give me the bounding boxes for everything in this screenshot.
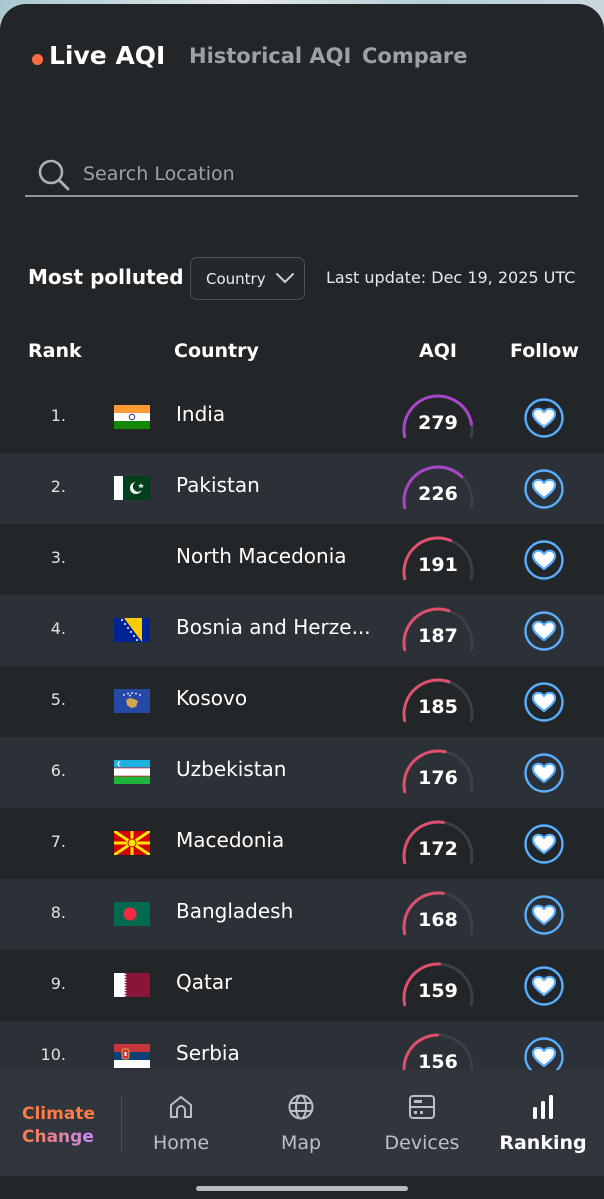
flag-empty (114, 547, 150, 571)
follow-heart-button[interactable] (522, 396, 566, 440)
nav-ranking[interactable]: Ranking (488, 1086, 598, 1162)
live-indicator-dot (32, 54, 43, 65)
rank-number: 7. (50, 832, 66, 851)
country-name: Kosovo (176, 686, 248, 710)
country-name: Qatar (176, 970, 233, 994)
country-name: Macedonia (176, 828, 285, 852)
aqi-value: 168 (418, 909, 458, 931)
table-row[interactable]: 5. Kosovo 185 (0, 666, 604, 737)
rank-number: 8. (50, 903, 66, 922)
aqi-value: 176 (418, 767, 458, 789)
table-row[interactable]: 7. Macedonia 172 (0, 808, 604, 879)
table-row[interactable]: 1. India 279 (0, 382, 604, 453)
kosovo-flag (114, 689, 150, 713)
ranking-title: Most polluted (28, 265, 184, 289)
country-name: Serbia (176, 1041, 240, 1065)
country-name: North Macedonia (176, 544, 347, 568)
country-name: India (176, 402, 226, 426)
aqi-value: 191 (418, 554, 458, 576)
country-name: Pakistan (176, 473, 260, 497)
search-input[interactable] (83, 157, 553, 191)
table-row[interactable]: 4. Bosnia and Herze... 187 (0, 595, 604, 666)
header-rank: Rank (28, 340, 82, 362)
rank-number: 2. (50, 477, 66, 496)
nav-map[interactable]: Map (246, 1086, 356, 1162)
table-row[interactable]: 2. Pakistan 226 (0, 453, 604, 524)
tab-live-aqi[interactable]: Live AQI (49, 41, 165, 70)
tab-bar: Live AQI Historical AQI Compare (0, 4, 604, 114)
search-icon[interactable] (37, 158, 71, 192)
rank-number: 4. (50, 619, 66, 638)
aqi-value: 187 (418, 625, 458, 647)
tab-historical-aqi[interactable]: Historical AQI (189, 44, 351, 68)
brand-line-1: Climate (22, 1104, 95, 1124)
follow-heart-button[interactable] (522, 680, 566, 724)
follow-heart-button[interactable] (522, 609, 566, 653)
devices-icon (409, 1095, 435, 1119)
pakistan-flag (114, 476, 150, 500)
nav-home[interactable]: Home (126, 1086, 236, 1162)
rank-number: 3. (50, 548, 66, 567)
aqi-value: 226 (418, 483, 458, 505)
nav-divider (121, 1096, 122, 1152)
follow-heart-button[interactable] (522, 964, 566, 1008)
follow-heart-button[interactable] (522, 751, 566, 795)
bosnia-flag (114, 618, 150, 642)
home-bar (0, 1176, 604, 1199)
serbia-flag (114, 1044, 150, 1068)
aqi-value: 172 (418, 838, 458, 860)
country-name: Uzbekistan (176, 757, 287, 781)
aqi-value: 159 (418, 980, 458, 1002)
bangladesh-flag (114, 902, 150, 926)
rank-number: 9. (50, 974, 66, 993)
table-row[interactable]: 9. Qatar 159 (0, 950, 604, 1021)
uzbekistan-flag (114, 760, 150, 784)
nav-devices-label: Devices (384, 1132, 460, 1154)
ranking-type-dropdown[interactable]: Country (190, 257, 305, 300)
header-follow: Follow (510, 340, 579, 362)
table-row[interactable]: 3. North Macedonia 191 (0, 524, 604, 595)
brand-line-2: Change (22, 1127, 94, 1147)
search-bar (25, 149, 578, 197)
rank-number: 10. (40, 1045, 66, 1064)
country-name: Bangladesh (176, 899, 294, 923)
rank-number: 1. (50, 406, 66, 425)
last-update-text: Last update: Dec 19, 2025 UTC (326, 268, 576, 287)
country-name: Bosnia and Herze... (176, 615, 371, 639)
follow-heart-button[interactable] (522, 467, 566, 511)
nav-devices[interactable]: Devices (367, 1086, 477, 1162)
nav-map-label: Map (280, 1132, 322, 1154)
home-icon (170, 1096, 192, 1118)
ranking-icon (533, 1095, 553, 1119)
table-row[interactable]: 6. Uzbekistan 176 (0, 737, 604, 808)
follow-heart-button[interactable] (522, 893, 566, 937)
brand-logo: Climate Change (22, 1103, 95, 1149)
app-container: Live AQI Historical AQI Compare Most pol… (0, 4, 604, 1199)
bottom-nav: Climate Change Home Map Devices Ranking (0, 1070, 604, 1176)
india-flag (114, 405, 150, 429)
macedonia-flag (114, 831, 150, 855)
header-country: Country (174, 340, 259, 362)
dropdown-selected-value: Country (206, 270, 266, 288)
nav-home-label: Home (152, 1132, 210, 1154)
follow-heart-button[interactable] (522, 538, 566, 582)
table-row[interactable]: 8. Bangladesh 168 (0, 879, 604, 950)
rank-number: 5. (50, 690, 66, 709)
nav-ranking-label: Ranking (499, 1132, 587, 1154)
header-aqi: AQI (419, 340, 457, 362)
aqi-value: 185 (418, 696, 458, 718)
tab-compare[interactable]: Compare (362, 44, 468, 68)
chevron-down-icon (276, 273, 294, 283)
rank-number: 6. (50, 761, 66, 780)
follow-heart-button[interactable] (522, 822, 566, 866)
qatar-flag (114, 973, 150, 997)
aqi-value: 279 (418, 412, 458, 434)
globe-icon (288, 1094, 314, 1120)
home-indicator (196, 1186, 408, 1191)
